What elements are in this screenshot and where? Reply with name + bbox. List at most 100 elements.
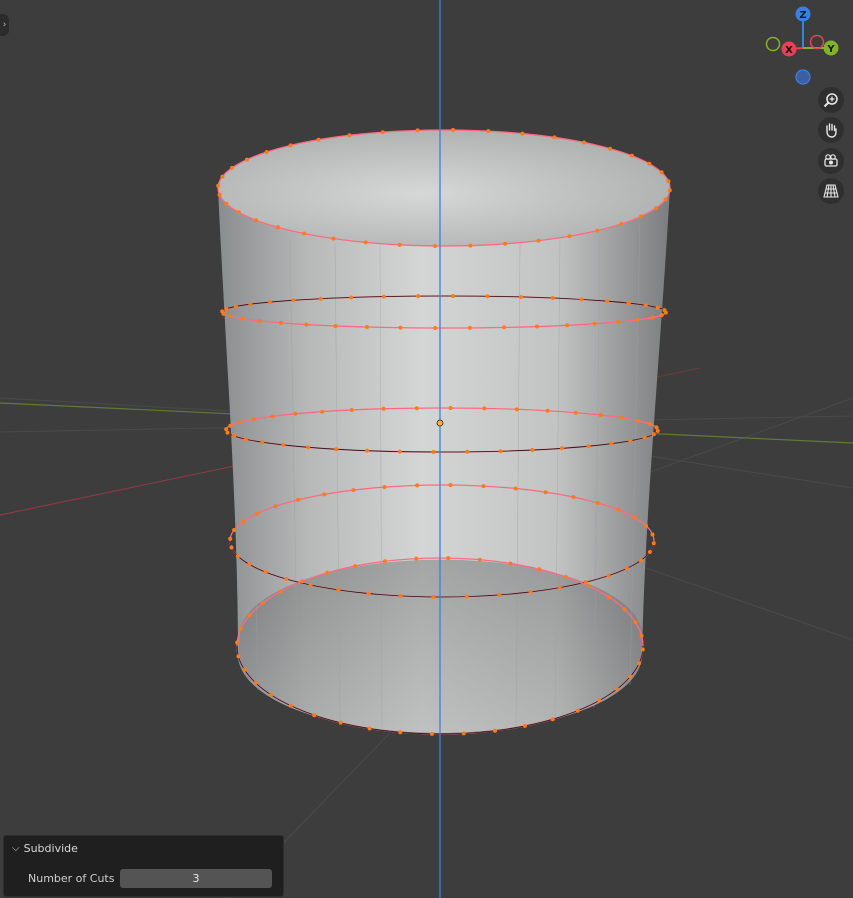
vertex[interactable]: [597, 698, 602, 703]
vertex[interactable]: [461, 731, 466, 736]
vertex[interactable]: [647, 161, 652, 166]
vertex[interactable]: [224, 427, 229, 432]
vertex[interactable]: [598, 413, 603, 418]
vertex[interactable]: [655, 428, 660, 433]
vertex[interactable]: [552, 135, 557, 140]
vertex[interactable]: [247, 613, 252, 618]
vertex[interactable]: [663, 197, 668, 202]
vertex[interactable]: [650, 315, 655, 320]
vertex[interactable]: [247, 562, 252, 567]
vertex[interactable]: [467, 325, 472, 330]
vertex[interactable]: [667, 188, 672, 193]
vertex[interactable]: [639, 214, 644, 219]
vertex[interactable]: [477, 557, 482, 562]
vertex[interactable]: [322, 492, 327, 497]
3d-viewport[interactable]: Z X Y: [0, 0, 853, 898]
vertex[interactable]: [244, 157, 249, 162]
vertex[interactable]: [414, 556, 419, 561]
vertex[interactable]: [644, 523, 649, 528]
vertex[interactable]: [666, 179, 671, 184]
vertex[interactable]: [583, 580, 588, 585]
vertex[interactable]: [397, 242, 402, 247]
operator-panel-header[interactable]: ⌵ Subdivide: [4, 836, 283, 860]
navigation-gizmo[interactable]: Z X Y: [765, 6, 839, 85]
vertex[interactable]: [650, 532, 655, 537]
vertex[interactable]: [595, 228, 600, 233]
vertex[interactable]: [530, 448, 535, 452]
vertex[interactable]: [336, 587, 341, 592]
vertex[interactable]: [587, 584, 592, 589]
vertex[interactable]: [349, 408, 354, 412]
vertex[interactable]: [636, 418, 641, 423]
vertex[interactable]: [429, 731, 434, 736]
vertex[interactable]: [331, 236, 336, 241]
vertex[interactable]: [284, 577, 289, 581]
vertex[interactable]: [217, 192, 222, 197]
vertex[interactable]: [465, 449, 470, 454]
vertex[interactable]: [448, 483, 453, 487]
vertex[interactable]: [571, 495, 576, 499]
vertex[interactable]: [659, 313, 664, 318]
vertex[interactable]: [528, 589, 533, 594]
vertex[interactable]: [243, 437, 248, 442]
zoom-icon[interactable]: [818, 87, 844, 113]
vertex[interactable]: [543, 490, 548, 495]
vertex[interactable]: [573, 410, 578, 415]
vertex[interactable]: [493, 728, 497, 733]
vertex[interactable]: [320, 409, 325, 414]
vertex[interactable]: [251, 417, 256, 422]
vertex[interactable]: [288, 143, 293, 148]
vertex[interactable]: [273, 504, 278, 509]
vertex[interactable]: [365, 325, 369, 329]
vertex[interactable]: [353, 564, 358, 569]
vertex[interactable]: [579, 297, 584, 302]
vertex[interactable]: [537, 567, 542, 572]
vertex[interactable]: [446, 556, 451, 561]
vertex[interactable]: [236, 210, 241, 215]
vertex[interactable]: [550, 717, 555, 722]
vertex[interactable]: [255, 511, 260, 516]
vertex[interactable]: [325, 570, 330, 575]
vertex[interactable]: [659, 170, 664, 175]
vertex[interactable]: [261, 600, 265, 605]
vertex[interactable]: [228, 536, 233, 541]
vertex[interactable]: [433, 326, 438, 330]
vertex[interactable]: [228, 423, 233, 428]
vertex[interactable]: [302, 231, 306, 236]
vertex[interactable]: [619, 221, 624, 226]
vertex[interactable]: [382, 485, 387, 490]
vertex[interactable]: [630, 153, 634, 158]
vertex[interactable]: [567, 234, 572, 239]
vertex[interactable]: [606, 573, 611, 578]
vertex[interactable]: [278, 320, 283, 325]
vertex[interactable]: [606, 595, 611, 600]
vertex[interactable]: [513, 486, 518, 491]
vertex[interactable]: [632, 515, 637, 520]
vertex[interactable]: [232, 434, 237, 438]
vertex[interactable]: [281, 442, 286, 447]
vertex[interactable]: [628, 674, 633, 679]
vertex[interactable]: [534, 324, 539, 329]
vertex[interactable]: [293, 411, 298, 416]
vertex[interactable]: [306, 445, 311, 450]
vertex[interactable]: [257, 318, 262, 323]
vertex[interactable]: [565, 323, 570, 328]
vertex[interactable]: [624, 566, 629, 571]
vertex[interactable]: [398, 593, 403, 598]
vertex[interactable]: [333, 324, 338, 328]
vertex[interactable]: [229, 545, 234, 550]
vertex[interactable]: [338, 720, 343, 725]
vertex[interactable]: [557, 585, 562, 590]
vertex[interactable]: [380, 130, 385, 135]
vertex[interactable]: [431, 450, 436, 454]
vertex[interactable]: [278, 589, 283, 594]
vertex[interactable]: [381, 294, 386, 299]
vertex[interactable]: [349, 295, 354, 300]
vertex[interactable]: [550, 296, 555, 300]
vertex[interactable]: [655, 305, 660, 310]
vertex[interactable]: [431, 595, 436, 599]
vertex[interactable]: [615, 687, 619, 692]
vertex[interactable]: [628, 438, 633, 443]
vertex[interactable]: [654, 206, 658, 211]
vertex[interactable]: [654, 425, 659, 430]
